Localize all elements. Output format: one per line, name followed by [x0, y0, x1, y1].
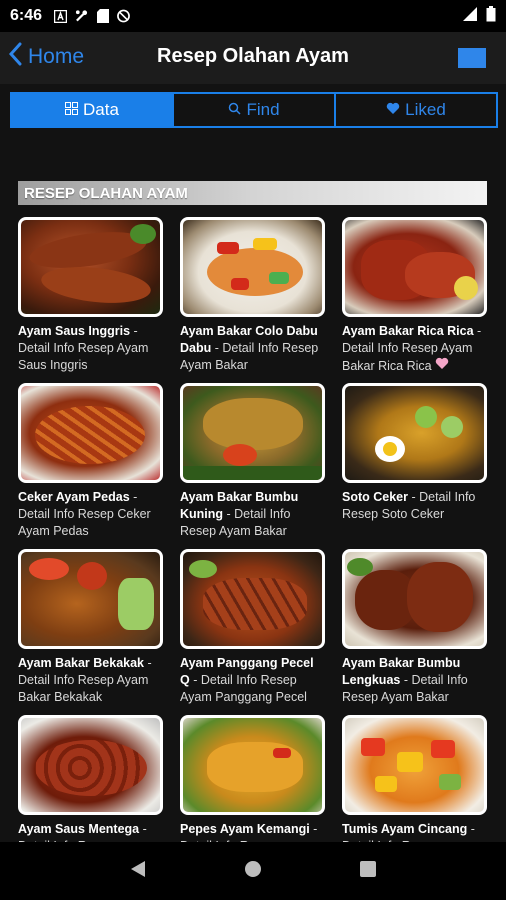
- liked-heart-icon: [435, 357, 449, 373]
- recipe-card[interactable]: Soto Ceker - Detail Info Resep Soto Ceke…: [342, 383, 487, 523]
- no-disturb-icon: [117, 9, 130, 23]
- recipe-card[interactable]: Ayam Saus Inggris - Detail Info Resep Ay…: [18, 217, 163, 374]
- nav-back-button[interactable]: [126, 859, 150, 883]
- recipe-card[interactable]: Ceker Ayam Pedas - Detail Info Resep Cek…: [18, 383, 163, 540]
- square-recents-icon: [359, 860, 377, 883]
- recipe-caption: Ayam Bakar Colo Dabu Dabu - Detail Info …: [180, 323, 325, 374]
- recipe-title: Ceker Ayam Pedas: [18, 490, 130, 504]
- recipe-caption: Ceker Ayam Pedas - Detail Info Resep Cek…: [18, 489, 163, 540]
- recipe-image: [18, 383, 163, 483]
- recipe-card[interactable]: Pepes Ayam Kemangi - Detail Info Resep: [180, 715, 325, 855]
- recipe-title: Tumis Ayam Cincang: [342, 822, 468, 836]
- recipe-image: [18, 715, 163, 815]
- search-icon: [228, 100, 241, 120]
- segmented-tabs: Data Find Liked: [10, 92, 498, 128]
- battery-icon: [486, 5, 496, 27]
- recipe-image: [180, 715, 325, 815]
- recipe-card[interactable]: Ayam Bakar Bekakak - Detail Info Resep A…: [18, 549, 163, 706]
- recipe-card[interactable]: Ayam Bakar Bumbu Kuning - Detail Info Re…: [180, 383, 325, 540]
- recipe-title: Ayam Saus Mentega: [18, 822, 140, 836]
- circle-home-icon: [244, 860, 262, 883]
- page-title: Resep Olahan Ayam: [157, 45, 349, 67]
- list-icon: [458, 48, 486, 68]
- recipe-desc: - Detail Info Resep Ayam Panggang Pecel: [180, 673, 307, 704]
- app-bar: Home Resep Olahan Ayam: [0, 32, 506, 84]
- app-a-icon: [54, 9, 68, 23]
- recipe-title: Ayam Bakar Rica Rica: [342, 324, 474, 338]
- recipe-caption: Ayam Bakar Bekakak - Detail Info Resep A…: [18, 655, 163, 706]
- tab-liked[interactable]: Liked: [336, 94, 496, 126]
- recipe-card[interactable]: Ayam Saus Mentega - Detail Info Resep: [18, 715, 163, 855]
- recipe-card[interactable]: Ayam Panggang Pecel Q - Detail Info Rese…: [180, 549, 325, 706]
- status-bar: 6:46: [0, 0, 506, 32]
- status-time: 6:46: [10, 7, 43, 24]
- system-icons: [462, 5, 496, 27]
- tab-data[interactable]: Data: [12, 94, 174, 126]
- recipe-caption: Ayam Bakar Bumbu Kuning - Detail Info Re…: [180, 489, 325, 540]
- recipe-image: [180, 383, 325, 483]
- signal-icon: [462, 6, 478, 27]
- recipe-title: Soto Ceker: [342, 490, 408, 504]
- recipe-title: Ayam Bakar Bekakak: [18, 656, 145, 670]
- section-header: RESEP OLAHAN AYAM: [18, 181, 487, 205]
- system-nav-bar: [0, 842, 506, 900]
- recipe-caption: Soto Ceker - Detail Info Resep Soto Ceke…: [342, 489, 487, 523]
- tools-icon: [75, 10, 88, 23]
- tab-find-label: Find: [246, 100, 280, 119]
- recipe-image: [18, 549, 163, 649]
- recipe-caption: Ayam Bakar Bumbu Lengkuas - Detail Info …: [342, 655, 487, 706]
- triangle-back-icon: [129, 859, 147, 884]
- nav-recents-button[interactable]: [356, 859, 380, 883]
- notification-icons: [54, 9, 130, 23]
- grid-icon: [65, 100, 79, 120]
- recipe-image: [342, 715, 487, 815]
- recipe-card[interactable]: Tumis Ayam Cincang - Detail Info Resep: [342, 715, 487, 855]
- recipe-card[interactable]: Ayam Bakar Rica Rica - Detail Info Resep…: [342, 217, 487, 375]
- sd-card-icon: [96, 9, 109, 23]
- section-title: RESEP OLAHAN AYAM: [24, 184, 188, 202]
- recipe-image: [180, 217, 325, 317]
- recipe-image: [342, 383, 487, 483]
- tab-liked-label: Liked: [405, 100, 446, 119]
- recipe-title: Pepes Ayam Kemangi: [180, 822, 310, 836]
- tab-find[interactable]: Find: [174, 94, 336, 126]
- tab-data-label: Data: [83, 100, 119, 119]
- recipe-caption: Ayam Saus Inggris - Detail Info Resep Ay…: [18, 323, 163, 374]
- recipe-image: [180, 549, 325, 649]
- menu-button[interactable]: [458, 48, 486, 68]
- heart-icon: [386, 100, 400, 120]
- recipe-image: [342, 549, 487, 649]
- recipe-card[interactable]: Ayam Bakar Colo Dabu Dabu - Detail Info …: [180, 217, 325, 374]
- recipe-image: [342, 217, 487, 317]
- recipe-caption: Ayam Panggang Pecel Q - Detail Info Rese…: [180, 655, 325, 706]
- recipe-card[interactable]: Ayam Bakar Bumbu Lengkuas - Detail Info …: [342, 549, 487, 706]
- recipe-image: [18, 217, 163, 317]
- nav-home-button[interactable]: [241, 859, 265, 883]
- recipe-title: Ayam Saus Inggris: [18, 324, 131, 338]
- recipe-caption: Ayam Bakar Rica Rica - Detail Info Resep…: [342, 323, 487, 375]
